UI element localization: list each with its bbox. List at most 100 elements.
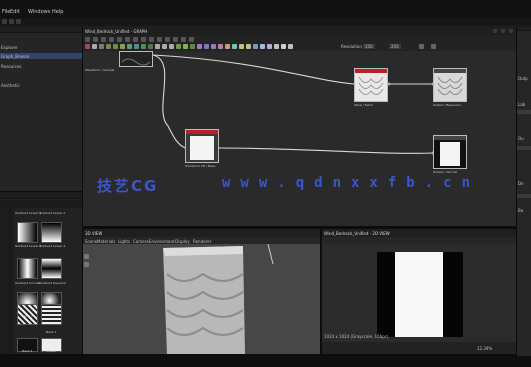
atomic-node-icon[interactable] — [183, 44, 188, 49]
properties-label: De — [518, 181, 524, 186]
tool-icon[interactable] — [117, 37, 122, 42]
atomic-node-icon[interactable] — [211, 44, 216, 49]
atomic-node-icon[interactable] — [92, 44, 97, 49]
atomic-node-icon[interactable] — [288, 44, 293, 49]
atomic-node-icon[interactable] — [99, 44, 104, 49]
atomic-node-icon[interactable] — [267, 44, 272, 49]
node-preview-shape — [440, 142, 460, 166]
pin-icon[interactable] — [493, 29, 497, 33]
library-search-bar[interactable] — [0, 200, 82, 208]
properties-field[interactable] — [517, 146, 531, 150]
library-thumb[interactable] — [41, 222, 62, 243]
tool-icon[interactable] — [133, 37, 138, 42]
tool-icon[interactable] — [165, 37, 170, 42]
menu-help[interactable]: Help — [52, 9, 63, 15]
tool-icon[interactable] — [157, 37, 162, 42]
atomic-node-icon[interactable] — [239, 44, 244, 49]
atomic-node-icon[interactable] — [106, 44, 111, 49]
explorer-item-selected[interactable]: Graph_Breeze — [0, 53, 82, 59]
atomic-node-icon[interactable] — [204, 44, 209, 49]
library-category-list[interactable] — [0, 208, 14, 354]
menu-edit[interactable]: Edit — [10, 9, 20, 15]
atomic-node-icon[interactable] — [148, 44, 153, 49]
explorer-header — [0, 26, 82, 33]
atomic-node-icon[interactable] — [113, 44, 118, 49]
resolution-width-select[interactable]: 256 — [363, 44, 375, 49]
atomic-node-icon[interactable] — [197, 44, 202, 49]
atomic-node-icon[interactable] — [190, 44, 195, 49]
atomic-node-icon[interactable] — [218, 44, 223, 49]
library-thumb[interactable] — [41, 304, 62, 325]
tool-icon[interactable] — [173, 37, 178, 42]
node-label: Transform 2D / Base — [185, 164, 216, 168]
graph-title: Wind_Bedrock_Unified - GRAPH — [85, 29, 148, 34]
tool-icon[interactable] — [141, 37, 146, 42]
tool-icon[interactable] — [101, 37, 106, 42]
atomic-node-icon[interactable] — [253, 44, 258, 49]
atomic-node-icon[interactable] — [155, 44, 160, 49]
atomic-node-icon[interactable] — [162, 44, 167, 49]
resolution-height-select[interactable]: 256 — [389, 44, 401, 49]
main-toolbar — [0, 18, 531, 26]
atomic-node-icon[interactable] — [120, 44, 125, 49]
light-icon[interactable] — [84, 262, 89, 267]
view3d-viewport[interactable] — [83, 244, 320, 354]
link-icon[interactable] — [419, 44, 424, 49]
node-header — [186, 130, 218, 134]
atomic-node-icon[interactable] — [141, 44, 146, 49]
graph-node-warp[interactable] — [354, 68, 388, 102]
tool-icon[interactable] — [93, 37, 98, 42]
new-icon[interactable] — [2, 19, 7, 24]
properties-field[interactable] — [517, 194, 531, 198]
atomic-node-icon[interactable] — [169, 44, 174, 49]
grid-icon[interactable] — [431, 44, 436, 49]
atomic-node-icon[interactable] — [274, 44, 279, 49]
menu-windows[interactable]: Windows — [28, 9, 50, 15]
atomic-node-icon[interactable] — [225, 44, 230, 49]
view3d-mesh — [83, 244, 320, 354]
atomic-node-icon[interactable] — [85, 44, 90, 49]
atomic-node-icon[interactable] — [232, 44, 237, 49]
tool-icon[interactable] — [109, 37, 114, 42]
node-label: Waveform / Sample — [85, 68, 115, 72]
atomic-node-icon[interactable] — [281, 44, 286, 49]
tool-icon[interactable] — [189, 37, 194, 42]
atomic-node-icon[interactable] — [127, 44, 132, 49]
library-item-label: Gradient Linear 4 — [39, 244, 66, 248]
redo-icon[interactable] — [16, 19, 21, 24]
node-preview — [120, 52, 152, 66]
tool-icon[interactable] — [125, 37, 130, 42]
camera-icon[interactable] — [84, 254, 89, 259]
atomic-node-icon[interactable] — [176, 44, 181, 49]
explorer-item-label[interactable]: Resources — [1, 64, 21, 69]
library-panel: Gradient Linear 1 Gradient Linear 2 Grad… — [0, 192, 82, 354]
library-item-label: Gradient Linear 3 — [15, 244, 42, 248]
close-icon[interactable] — [509, 29, 513, 33]
view3d-title: 3D VIEW — [85, 231, 103, 236]
graph-node-transform[interactable] — [185, 129, 219, 163]
atomic-node-icon[interactable] — [246, 44, 251, 49]
menu-bar: File Edit Windows Help — [0, 0, 531, 18]
maximize-icon[interactable] — [501, 29, 505, 33]
explorer-item-label[interactable]: Aesthetic — [1, 83, 20, 88]
view2d-zoom[interactable]: 12.39% — [477, 346, 492, 351]
node-label: Output / Basecolor — [433, 103, 462, 107]
undo-icon[interactable] — [9, 19, 14, 24]
properties-field[interactable] — [517, 110, 531, 114]
tool-icon[interactable] — [149, 37, 154, 42]
library-thumb[interactable] — [17, 222, 38, 243]
view2d-canvas[interactable] — [322, 244, 516, 342]
properties-label: Ou — [518, 136, 524, 141]
graph-canvas[interactable]: Waveform / Sample Warp / Fabric Output /… — [83, 51, 516, 226]
graph-node-output-basecolor[interactable] — [433, 68, 467, 102]
library-item-label: Gradient Linear 2 — [39, 211, 66, 215]
library-item-label: Mask 2 — [21, 349, 33, 353]
tool-icon[interactable] — [181, 37, 186, 42]
library-thumb[interactable] — [41, 258, 62, 279]
atomic-node-icon[interactable] — [260, 44, 265, 49]
atomic-node-icon[interactable] — [134, 44, 139, 49]
library-thumb[interactable] — [17, 258, 38, 279]
tool-icon[interactable] — [85, 37, 90, 42]
graph-node-waveform[interactable] — [119, 51, 153, 67]
graph-node-output-normal[interactable] — [433, 135, 467, 169]
